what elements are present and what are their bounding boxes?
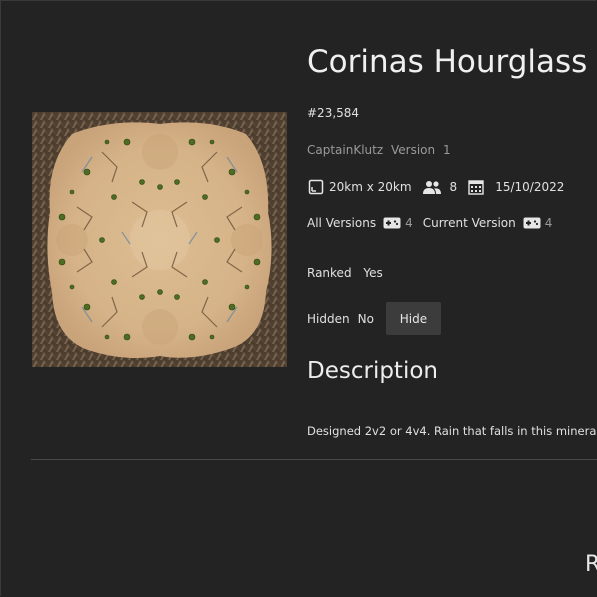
author-name[interactable]: CaptainKlutz	[307, 143, 383, 157]
ranked-row: Ranked Yes	[307, 266, 383, 280]
gamepad-icon	[522, 215, 542, 231]
version-label: Version	[391, 143, 436, 157]
all-versions-count: 4	[405, 216, 413, 230]
cutoff-heading: R	[585, 552, 597, 577]
hide-button[interactable]: Hide	[385, 302, 441, 335]
map-date: 15/10/2022	[495, 180, 565, 194]
all-versions-label[interactable]: All Versions	[307, 216, 376, 230]
hidden-label: Hidden	[307, 311, 350, 326]
versions-row: All Versions 4 Current Version 4	[307, 215, 552, 231]
map-stats-row: 20km x 20km 8 15/10/2022	[307, 178, 564, 196]
map-size: 20km x 20km	[329, 180, 412, 194]
players-icon	[422, 178, 442, 196]
current-version-count: 4	[544, 216, 553, 230]
map-title: Corinas Hourglass	[307, 44, 588, 80]
player-count: 8	[449, 180, 458, 194]
gamepad-icon	[382, 215, 402, 231]
map-preview-image	[32, 112, 287, 367]
ranked-label: Ranked	[307, 266, 352, 280]
map-size-icon	[307, 178, 325, 196]
hidden-value: No	[357, 311, 374, 326]
version-number: 1	[442, 143, 451, 157]
section-divider	[31, 459, 597, 460]
author-version-row: CaptainKlutz Version 1	[307, 143, 455, 157]
ranked-value: Yes	[363, 266, 383, 280]
current-version-label[interactable]: Current Version	[423, 216, 516, 230]
hidden-row: Hidden No Hide	[307, 302, 441, 335]
calendar-icon	[467, 178, 485, 196]
description-text: Designed 2v2 or 4v4. Rain that falls in …	[307, 424, 597, 438]
description-heading: Description	[307, 358, 438, 384]
map-id: #23,584	[307, 106, 360, 120]
